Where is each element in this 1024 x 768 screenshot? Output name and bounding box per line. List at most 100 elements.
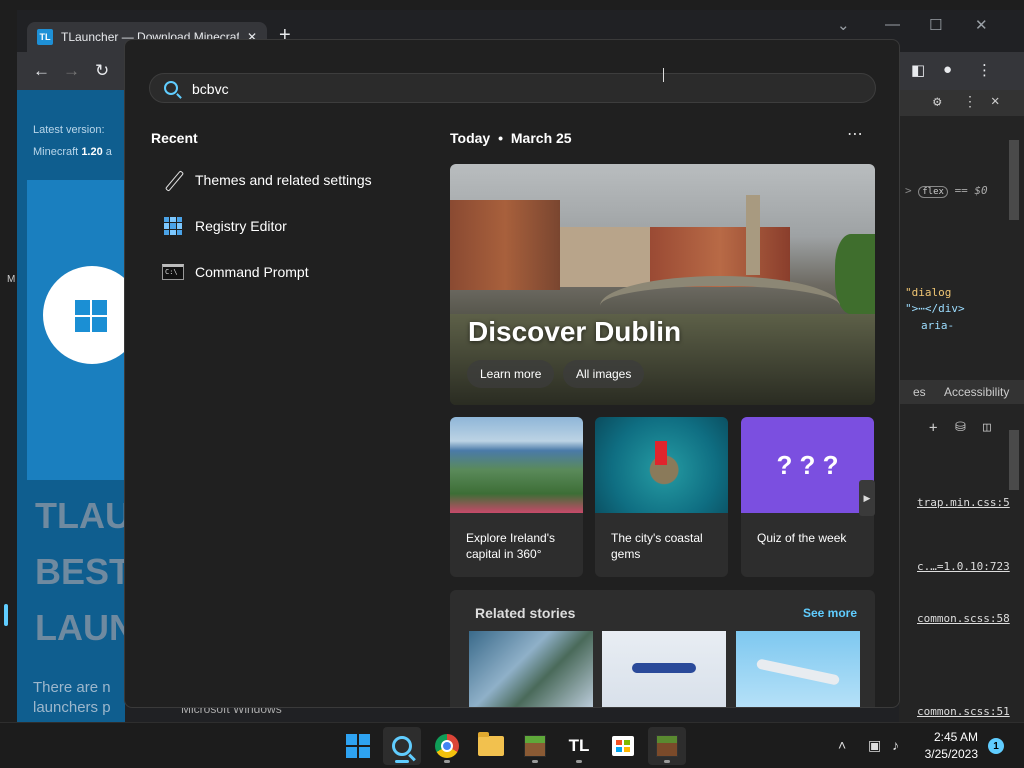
- search-icon: [164, 81, 178, 95]
- hero-card[interactable]: Discover Dublin Learn more All images: [450, 164, 875, 405]
- taskbar-store[interactable]: [604, 727, 642, 765]
- minecraft-version-suffix: a: [105, 146, 112, 158]
- active-indicator: [395, 760, 409, 763]
- cmd-icon: C:\: [162, 264, 184, 280]
- folder-icon: [478, 732, 504, 756]
- taskbar-chrome[interactable]: [428, 727, 466, 765]
- forward-button[interactable]: →: [63, 61, 80, 81]
- close-window-button[interactable]: ✕: [975, 16, 988, 34]
- recent-heading: Recent: [151, 130, 198, 146]
- taskbar-minecraft[interactable]: [516, 727, 554, 765]
- devtools-tab-styles[interactable]: es: [913, 385, 926, 399]
- network-icon[interactable]: ▣: [868, 737, 881, 754]
- back-button[interactable]: ←: [33, 61, 50, 81]
- taskbar-minecraft-launcher[interactable]: [648, 727, 686, 765]
- recent-item-registry-editor[interactable]: Registry Editor: [151, 206, 401, 246]
- taskbar-tlauncher[interactable]: TL: [560, 727, 598, 765]
- minecraft-icon: [524, 735, 546, 757]
- paint-icon[interactable]: ⛁: [955, 420, 966, 435]
- store-icon: [612, 736, 634, 756]
- maximize-button[interactable]: ☐: [929, 16, 942, 34]
- related-story-image[interactable]: [736, 631, 860, 707]
- minecraft-version-number: 1.20: [81, 146, 103, 158]
- source-link[interactable]: c.…=1.0.10:723: [917, 560, 1010, 573]
- today-separator: •: [498, 130, 503, 146]
- dollar-zero: == $0: [954, 184, 988, 197]
- running-indicator: [532, 760, 538, 763]
- start-button[interactable]: [339, 727, 377, 765]
- running-indicator: [576, 760, 582, 763]
- chevron-down-icon[interactable]: ⌄: [837, 16, 850, 34]
- devtools-toolbar: ⚙ ⋮ ✕: [899, 90, 1024, 116]
- registry-icon: [164, 217, 182, 235]
- tlauncher-icon: TL: [568, 736, 590, 755]
- reload-button[interactable]: ↻: [95, 61, 109, 81]
- search-icon: [392, 736, 412, 756]
- page-heading-line: LAUN: [35, 607, 125, 648]
- source-link[interactable]: common.scss:58: [917, 612, 1010, 625]
- chrome-icon: [435, 734, 459, 758]
- devtools-close-icon[interactable]: ✕: [991, 93, 999, 109]
- card-coastal-gems[interactable]: The city's coastal gems: [595, 417, 728, 577]
- dom-code-line[interactable]: > flex == $0: [905, 184, 988, 198]
- airplane-icon: [755, 658, 841, 686]
- card-explore-ireland[interactable]: Explore Ireland's capital in 360°: [450, 417, 583, 577]
- next-cards-button[interactable]: ▶: [859, 480, 875, 516]
- clock-time: 2:45 AM: [933, 730, 978, 744]
- tlauncher-favicon-icon: TL: [37, 29, 53, 45]
- devtools-tab-accessibility[interactable]: Accessibility: [944, 385, 1009, 399]
- notification-badge[interactable]: 1: [988, 738, 1004, 754]
- devtools-scrollbar[interactable]: [1009, 140, 1019, 220]
- card-quiz[interactable]: ? ? ? Quiz of the week: [741, 417, 874, 577]
- hero-tower: [746, 195, 760, 275]
- clock[interactable]: 2:45 AM 3/25/2023: [925, 729, 978, 763]
- running-indicator: [664, 760, 670, 763]
- recent-item-themes[interactable]: Themes and related settings: [151, 160, 401, 200]
- related-stories: Related stories See more: [450, 590, 875, 707]
- devtools-tabs: es Accessibility: [899, 380, 1024, 404]
- all-images-button[interactable]: All images: [563, 360, 645, 388]
- side-indicator: [4, 604, 8, 626]
- recent-item-label: Registry Editor: [195, 218, 287, 234]
- sidebar-icon[interactable]: ◧: [911, 61, 925, 79]
- menu-icon[interactable]: ⋮: [977, 61, 992, 79]
- today-label: Today: [450, 130, 491, 146]
- minimize-button[interactable]: —: [885, 16, 900, 33]
- profile-icon[interactable]: ●: [943, 61, 952, 78]
- page-heading-line: TLAU: [35, 495, 125, 536]
- hero-buildings: [450, 200, 560, 290]
- card-caption: The city's coastal gems: [611, 531, 703, 561]
- recent-item-command-prompt[interactable]: C:\ Command Prompt: [151, 252, 401, 292]
- dom-code-line[interactable]: ">⋯</div>: [905, 302, 965, 315]
- search-flyout: Recent Themes and related settings Regis…: [124, 39, 900, 708]
- taskbar-search-button[interactable]: [383, 727, 421, 765]
- left-edge-label: M: [7, 274, 16, 285]
- related-story-image[interactable]: [469, 631, 593, 707]
- add-rule-icon[interactable]: +: [929, 420, 937, 436]
- chevron-up-icon[interactable]: ˄: [838, 737, 846, 753]
- related-story-image[interactable]: [602, 631, 726, 707]
- devtools-menu-icon[interactable]: ⋮: [963, 94, 977, 110]
- toggle-sidebar-icon[interactable]: ◫: [983, 420, 991, 435]
- learn-more-button[interactable]: Learn more: [467, 360, 555, 388]
- search-input[interactable]: [192, 78, 852, 100]
- volume-icon[interactable]: ♪: [892, 737, 899, 753]
- brush-icon: [164, 171, 182, 189]
- gear-icon[interactable]: ⚙: [933, 94, 941, 110]
- dom-code-line[interactable]: aria-: [921, 319, 954, 332]
- devtools-scrollbar[interactable]: [1009, 430, 1019, 490]
- source-link[interactable]: trap.min.css:5: [917, 496, 1010, 509]
- see-more-link[interactable]: See more: [803, 606, 857, 620]
- flex-badge[interactable]: flex: [918, 186, 948, 198]
- minecraft-label: Minecraft: [33, 146, 79, 158]
- taskbar-file-explorer[interactable]: [472, 727, 510, 765]
- dom-code-line[interactable]: "dialog: [905, 286, 951, 299]
- source-link[interactable]: common.scss:51: [917, 705, 1010, 718]
- hero-buildings: [560, 227, 650, 287]
- web-page: Latest version: Minecraft 1.20 a TLAU BE…: [17, 90, 125, 722]
- more-options-button[interactable]: ⋯: [847, 124, 864, 144]
- related-stories-title: Related stories: [475, 605, 576, 621]
- search-box[interactable]: [149, 73, 876, 103]
- page-body-line: launchers p: [33, 699, 111, 716]
- running-indicator: [444, 760, 450, 763]
